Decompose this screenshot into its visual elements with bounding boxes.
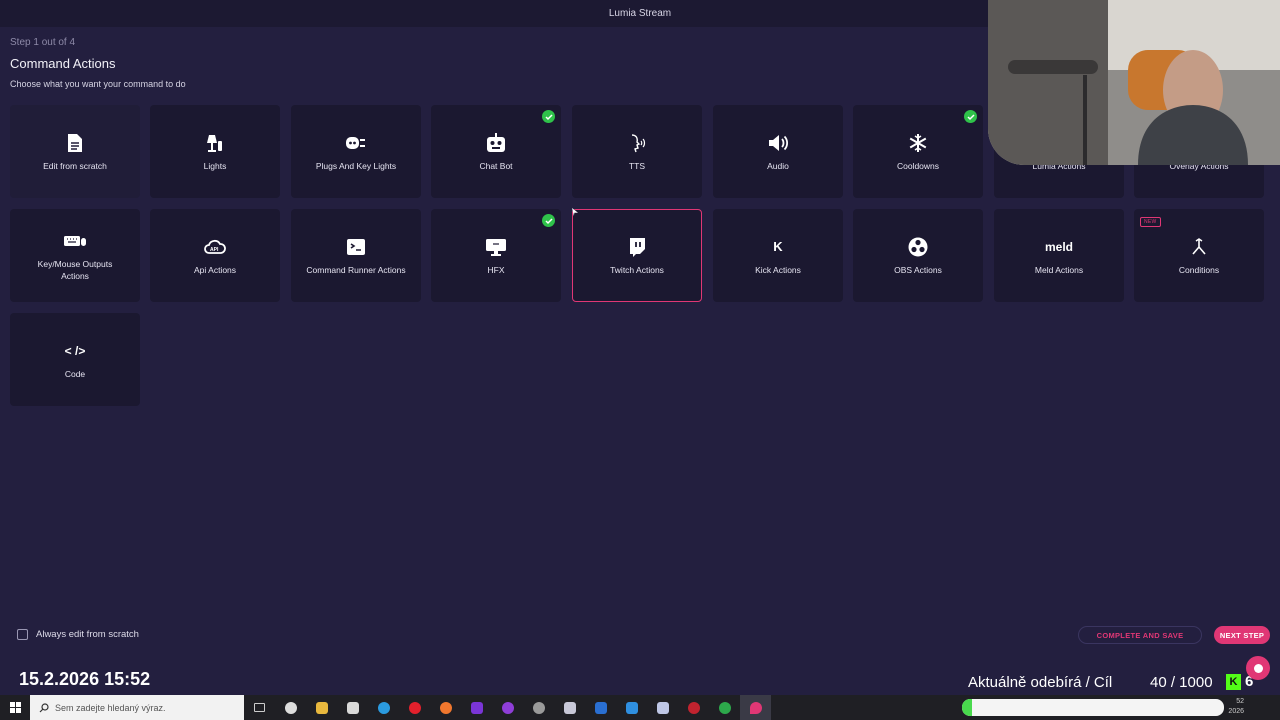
webcam-feed-image [988, 0, 1280, 165]
enabled-check-icon [964, 110, 977, 123]
enabled-check-icon [542, 110, 555, 123]
card-plugs-and-key-lights[interactable]: Plugs And Key Lights [291, 105, 421, 198]
card-label: Edit from scratch [43, 160, 107, 171]
gear-app-icon[interactable] [523, 695, 554, 720]
taskbar-clock[interactable]: 52 2026 [1224, 697, 1244, 717]
plug-icon [345, 132, 367, 154]
lumia-app-icon[interactable] [740, 695, 771, 720]
card-label: Key/Mouse Outputs Actions [37, 258, 113, 281]
card-hfx[interactable]: HFX [431, 209, 561, 302]
page-title: Command Actions [10, 56, 116, 71]
svg-text:API: API [210, 247, 219, 253]
snowflake-icon [907, 132, 929, 154]
blue-app-icon[interactable] [585, 695, 616, 720]
file-icon [64, 132, 86, 154]
subs-goal-count: 40 / 1000 [1150, 674, 1213, 691]
card-label: HFX [487, 264, 505, 275]
card-label: OBS Actions [894, 264, 942, 275]
card-obs-actions[interactable]: OBS Actions [853, 209, 983, 302]
code-icon: < /> [64, 343, 86, 358]
card-conditions[interactable]: NEW Conditions [1134, 209, 1264, 302]
monitor-icon [485, 236, 507, 258]
branch-icon [1188, 236, 1210, 258]
card-kick-actions[interactable]: K Kick Actions [713, 209, 843, 302]
kick-logo-icon: K [1226, 674, 1241, 690]
card-label: Command Runner Actions [306, 264, 406, 275]
page-subtitle: Choose what you want your command to do [10, 79, 186, 89]
card-lights[interactable]: Lights [150, 105, 280, 198]
purple-app-icon[interactable] [461, 695, 492, 720]
webcam-overlay [988, 0, 1280, 165]
taskbar-search-placeholder: Sem zadejte hledaný výraz. [55, 702, 166, 713]
keyboard-icon [64, 230, 86, 252]
kick-icon: K [773, 239, 783, 254]
mail-app-icon[interactable] [616, 695, 647, 720]
card-label: Api Actions [193, 264, 237, 275]
clock-app-icon[interactable] [275, 695, 306, 720]
card-label: Kick Actions [755, 264, 801, 275]
card-label: Lights [203, 160, 227, 171]
twitch-icon [626, 236, 648, 258]
enabled-check-icon [542, 214, 555, 227]
api-cloud-icon: API [204, 236, 226, 258]
always-edit-label: Always edit from scratch [36, 629, 139, 640]
card-audio[interactable]: Audio [713, 105, 843, 198]
card-label: TTS [628, 160, 646, 171]
clock-time: 52 [1236, 698, 1244, 705]
save-app-icon[interactable] [647, 695, 678, 720]
meld-icon: meld [1044, 239, 1073, 254]
bird-app-icon[interactable] [554, 695, 585, 720]
speaker-icon [767, 132, 789, 154]
clock-date: 2026 [1228, 708, 1244, 715]
firefox-icon[interactable] [430, 695, 461, 720]
task-view-icon[interactable] [244, 695, 275, 720]
next-step-button[interactable]: NEXT STEP [1214, 626, 1270, 644]
card-label: Twitch Actions [610, 264, 664, 275]
obs-icon [907, 236, 929, 258]
card-cooldowns[interactable]: Cooldowns [853, 105, 983, 198]
card-api-actions[interactable]: API Api Actions [150, 209, 280, 302]
speaking-head-icon [626, 132, 648, 154]
edge-icon[interactable] [368, 695, 399, 720]
card-code[interactable]: < /> Code [10, 313, 140, 406]
card-edit-from-scratch[interactable]: Edit from scratch [10, 105, 140, 198]
card-tts[interactable]: TTS [572, 105, 702, 198]
search-icon [39, 702, 49, 712]
card-label: Chat Bot [479, 160, 513, 171]
card-chat-bot[interactable]: Chat Bot [431, 105, 561, 198]
store-icon[interactable] [337, 695, 368, 720]
windows-start-icon[interactable] [0, 695, 30, 720]
file-explorer-icon[interactable] [306, 695, 337, 720]
card-key-mouse-outputs-actions[interactable]: Key/Mouse Outputs Actions [10, 209, 140, 302]
new-badge: NEW [1140, 217, 1161, 227]
card-label: Conditions [1178, 264, 1220, 275]
purple-app-2-icon[interactable] [492, 695, 523, 720]
goal-progress-fill [962, 699, 973, 716]
taskbar-search[interactable]: Sem zadejte hledaný výraz. [30, 695, 244, 720]
subs-goal-label: Aktuálně odebírá / Cíl [968, 674, 1113, 691]
chat-bubble-icon[interactable] [1246, 656, 1270, 680]
card-command-runner-actions[interactable]: Command Runner Actions [291, 209, 421, 302]
card-label: Meld Actions [1034, 264, 1084, 275]
opera-icon[interactable] [399, 695, 430, 720]
window-title: Lumia Stream [608, 8, 672, 19]
card-label: Audio [767, 160, 789, 171]
card-twitch-actions[interactable]: Twitch Actions [572, 209, 702, 302]
card-label: Plugs And Key Lights [315, 160, 397, 171]
taskbar-goal-progress [962, 699, 1224, 716]
stream-datetime: 15.2.2026 15:52 [19, 669, 151, 689]
green-app-icon[interactable] [709, 695, 740, 720]
always-edit-checkbox[interactable] [17, 629, 28, 640]
robot-icon [485, 132, 507, 154]
card-meld-actions[interactable]: meld Meld Actions [994, 209, 1124, 302]
red-app-icon[interactable] [678, 695, 709, 720]
card-label: Cooldowns [896, 160, 940, 171]
card-label: Code [64, 368, 86, 379]
lamp-icon [204, 132, 226, 154]
step-indicator: Step 1 out of 4 [10, 37, 76, 48]
always-edit-option[interactable]: Always edit from scratch [17, 629, 139, 640]
complete-and-save-button[interactable]: COMPLETE AND SAVE [1078, 626, 1202, 644]
terminal-icon [345, 236, 367, 258]
